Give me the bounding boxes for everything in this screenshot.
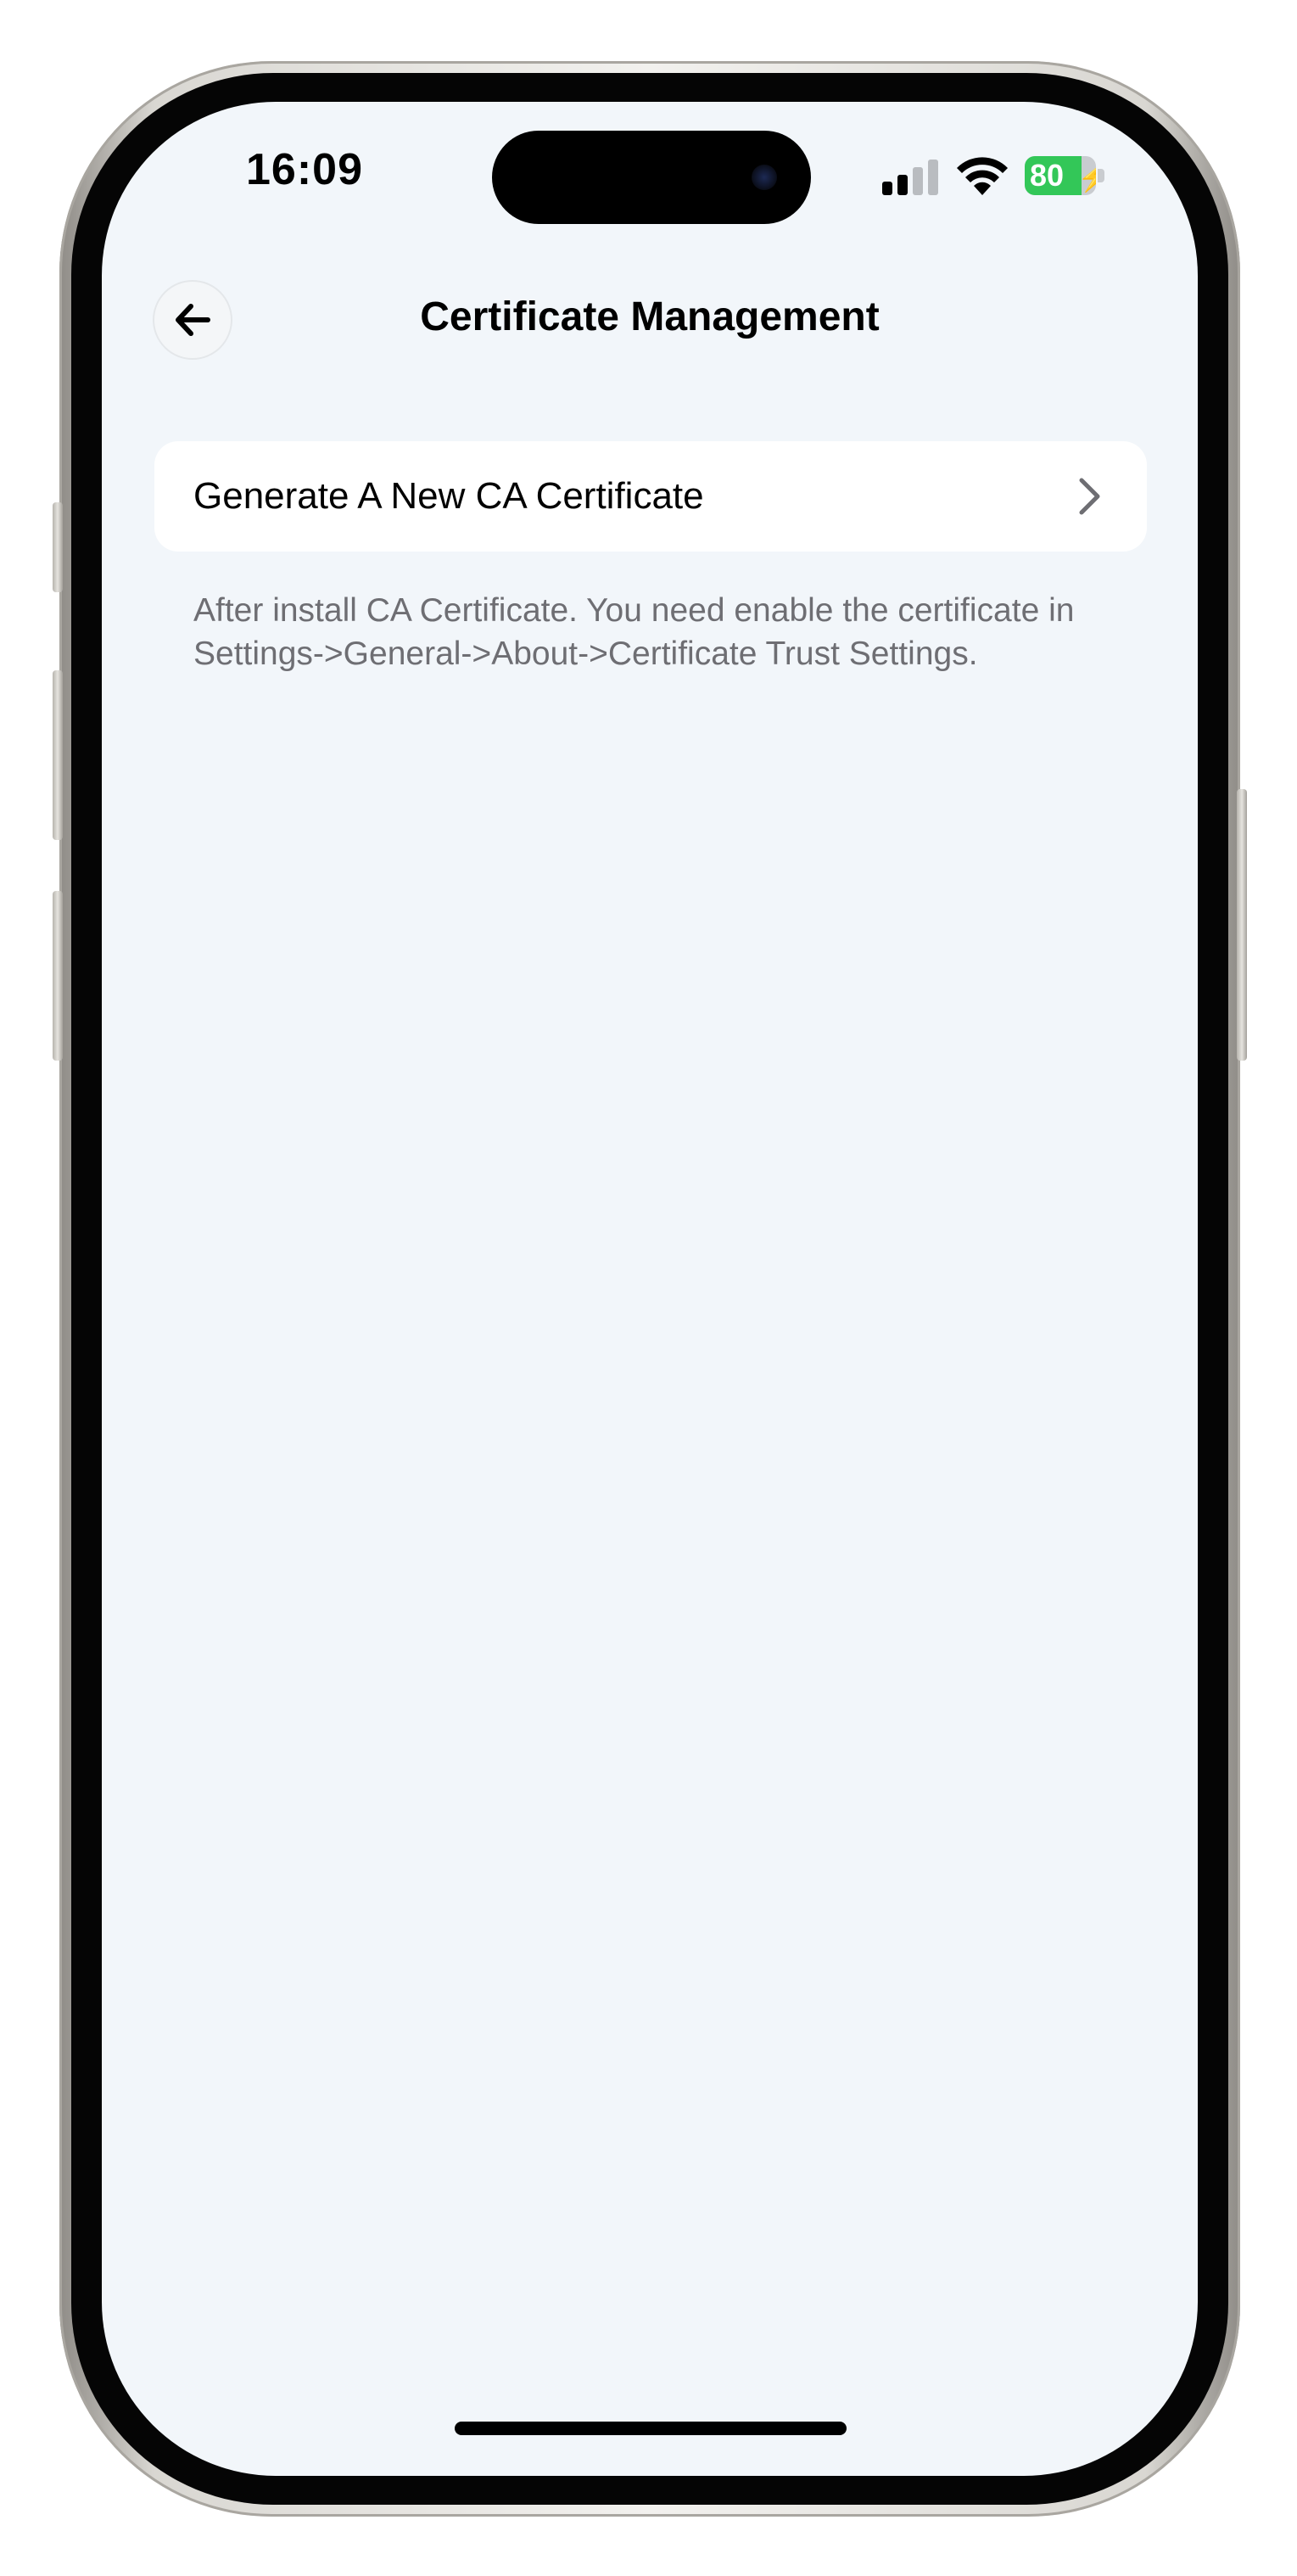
cellular-signal-icon <box>882 158 942 195</box>
battery-tip <box>1098 169 1104 182</box>
charging-bolt-icon: ⚡ <box>1077 162 1096 193</box>
screen: 16:09 80 ⚡ Certificate Management Genera… <box>102 102 1198 2476</box>
wifi-icon <box>955 154 1009 197</box>
page-title: Certificate Management <box>420 294 880 339</box>
volume-up-button <box>53 670 63 840</box>
certificate-trust-footnote: After install CA Certificate. You need e… <box>193 592 1075 672</box>
generate-ca-certificate-label: Generate A New CA Certificate <box>193 475 704 517</box>
volume-down-button <box>53 891 63 1061</box>
battery-icon: 80 ⚡ <box>1025 156 1106 195</box>
camera-icon <box>752 165 777 190</box>
home-indicator[interactable] <box>455 2422 847 2435</box>
dynamic-island <box>492 131 811 224</box>
signal-bar <box>913 167 923 195</box>
battery-body: 80 ⚡ <box>1025 156 1096 195</box>
status-time: 16:09 <box>246 145 363 194</box>
signal-bar <box>928 160 938 195</box>
battery-percent: 80 <box>1030 158 1065 193</box>
signal-bar <box>882 182 892 195</box>
generate-ca-certificate-button[interactable]: Generate A New CA Certificate <box>154 441 1147 552</box>
status-bar: 16:09 80 ⚡ <box>102 102 1198 255</box>
navigation-bar: Certificate Management <box>102 255 1198 373</box>
power-button <box>1237 789 1247 1061</box>
action-button <box>53 502 63 592</box>
chevron-right-icon <box>1079 478 1100 515</box>
signal-bar <box>897 175 908 195</box>
